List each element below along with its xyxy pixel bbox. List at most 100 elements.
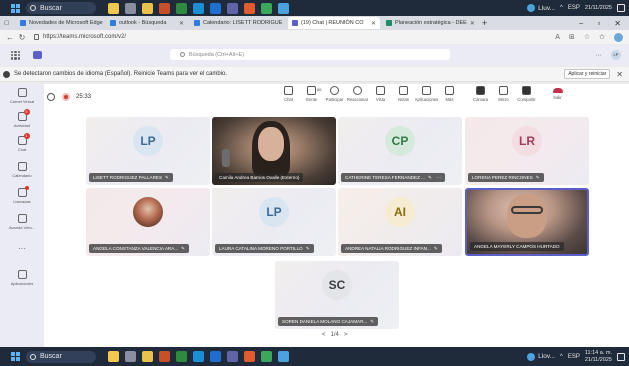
language-indicator[interactable]: ESP	[568, 354, 580, 360]
read-aloud-icon[interactable]: A	[555, 34, 560, 41]
rail-item[interactable]: Carnet Virtual	[0, 88, 44, 104]
tray-chevron-icon[interactable]: ^	[560, 5, 563, 11]
word-icon[interactable]	[210, 2, 221, 14]
notifications-icon[interactable]	[617, 4, 625, 12]
weather-widget[interactable]: Lluv...	[527, 4, 555, 12]
participant-tile[interactable]: Camila Andrea Barrios Ovalle (Externo)	[212, 117, 336, 185]
taskbar-search[interactable]: Buscar	[26, 350, 96, 363]
meeting-info-icon[interactable]	[47, 93, 55, 101]
favorite-icon[interactable]: ☆	[584, 33, 590, 41]
tab-actions-icon[interactable]: ▢	[4, 17, 14, 29]
meeting-timer: 25:33	[76, 94, 92, 100]
task-view-icon[interactable]	[125, 2, 136, 14]
widgets-icon[interactable]	[108, 351, 119, 362]
camera-button[interactable]: Cámara	[469, 86, 492, 102]
apps-button[interactable]: Aplicaciones	[415, 86, 438, 102]
participant-tile[interactable]: ANGELA MAYERLY CAMPOS HURTADO	[465, 188, 589, 256]
apply-restart-button[interactable]: Aplicar y reiniciar	[564, 69, 611, 79]
browser-tab[interactable]: Calendario: LISETT RODRIGUE✕	[190, 17, 286, 29]
people-button[interactable]: 86 Gente	[300, 86, 323, 102]
user-avatar[interactable]: LP	[611, 50, 621, 60]
close-banner-icon[interactable]: ✕	[616, 70, 623, 79]
chat-button[interactable]: Chat	[277, 86, 300, 102]
share-button[interactable]: Compartir	[515, 86, 538, 102]
app-icon[interactable]	[261, 2, 272, 14]
teams-icon[interactable]	[227, 2, 238, 14]
refresh-icon[interactable]: ↻	[16, 33, 28, 42]
task-view-icon[interactable]	[125, 351, 136, 362]
weather-widget[interactable]: Llov...	[527, 352, 555, 361]
edge-icon[interactable]	[193, 351, 204, 362]
participant-tile[interactable]: LP LISETT RODRIGUEZ PALLARES ✎	[86, 117, 210, 185]
rail-item[interactable]: Llamadas	[0, 186, 44, 204]
participant-tile[interactable]: CP CATHERINE TERESA FERNANDEZ ... ✎ ···	[338, 117, 462, 185]
notes-button[interactable]: Notas	[392, 86, 415, 102]
tray-chevron-icon[interactable]: ^	[560, 354, 563, 360]
widgets-icon[interactable]	[108, 2, 119, 14]
rail-item[interactable]: 5 Actividad	[0, 109, 44, 128]
more-button[interactable]: Más	[438, 86, 461, 102]
control-label: Reaccionar	[346, 97, 369, 102]
file-explorer-icon[interactable]	[142, 2, 153, 14]
edge-icon[interactable]	[193, 2, 204, 14]
leave-button[interactable]: Salir	[546, 86, 569, 102]
browser-tab[interactable]: (19) Chat | REUNIÓN CO ✕	[288, 17, 380, 29]
favorites-icon[interactable]: ✩	[599, 33, 605, 41]
word-icon[interactable]	[210, 351, 221, 362]
rail-item[interactable]: ···	[0, 244, 44, 253]
chrome-icon[interactable]	[244, 2, 255, 14]
minimize-icon[interactable]: −	[579, 19, 584, 28]
react-button[interactable]: Reaccionar	[346, 86, 369, 102]
browser-tab[interactable]: Planeación estratégica - DEE ✕	[382, 17, 476, 29]
tile-more-icon[interactable]: ···	[437, 173, 442, 182]
taskbar-search[interactable]: Buscar	[26, 2, 96, 14]
app-icon[interactable]	[261, 351, 272, 362]
excel-icon[interactable]	[176, 2, 187, 14]
more-options-icon[interactable]: ···	[595, 52, 602, 59]
url-field[interactable]: https://teams.microsoft.com/v2/	[34, 34, 126, 40]
participant-tile[interactable]: AI ANDREA NATALIA RODRIGUEZ INFAN... ✎	[338, 188, 462, 256]
raise-hand-button[interactable]: Participar	[323, 86, 346, 102]
taskbar-clock[interactable]: 11:14 a. m. 21/11/2025	[585, 350, 612, 364]
taskbar-date[interactable]: 21/11/2025	[585, 5, 612, 12]
new-tab-button[interactable]: +	[478, 17, 491, 29]
rail-item[interactable]: Calendario	[0, 162, 44, 178]
rail-item[interactable]: Avanda Virtu...	[0, 214, 44, 230]
browser-tab[interactable]: outlook - Búsqueda ✕	[106, 17, 188, 29]
pager-prev-button[interactable]: <	[322, 332, 326, 338]
mic-button[interactable]: Micro	[492, 86, 515, 102]
file-explorer-icon[interactable]	[142, 351, 153, 362]
participant-tile[interactable]: ANGELA CONSTANZA VALENCIA ARA... ✎	[86, 188, 210, 256]
tab-close-icon[interactable]: ✕	[371, 20, 376, 27]
rail-more-icon: ···	[18, 244, 26, 253]
tab-close-icon[interactable]: ✕	[179, 20, 184, 27]
tab-close-icon[interactable]: ✕	[285, 20, 286, 27]
participant-tile[interactable]: LR LORENA PEREZ RINCONES ✎	[465, 117, 589, 185]
participant-tile[interactable]: LP LAURA CATALINA MORENO PORTILLO ✎	[212, 188, 336, 256]
split-screen-icon[interactable]: ⊞	[569, 33, 575, 41]
windows-start-icon[interactable]	[11, 3, 20, 13]
maximize-icon[interactable]: ▫	[597, 19, 600, 28]
teams-icon[interactable]	[227, 351, 238, 362]
rail-item[interactable]: Aplicaciones	[0, 270, 44, 286]
rail-item[interactable]: 1 Chat	[0, 133, 44, 152]
windows-start-icon[interactable]	[11, 352, 20, 361]
office-icon[interactable]	[159, 351, 170, 362]
profile-avatar[interactable]	[614, 32, 623, 42]
pager-next-button[interactable]: >	[344, 332, 348, 338]
app-launcher-icon[interactable]	[11, 50, 20, 60]
view-button[interactable]: Vista	[369, 86, 392, 102]
close-window-icon[interactable]: ✕	[614, 19, 621, 28]
participant-tile[interactable]: SC SOREN DANIELA MOLANO CAJAMAR... ✎	[275, 261, 399, 329]
teams-search-input[interactable]: Búsqueda (Ctrl+Alt+E)	[170, 49, 450, 60]
store-icon[interactable]	[278, 2, 289, 14]
office-icon[interactable]	[159, 2, 170, 14]
tab-close-icon[interactable]: ✕	[470, 20, 475, 27]
browser-tab[interactable]: Novedades de Microsoft Edge✕	[16, 17, 104, 29]
chrome-icon[interactable]	[244, 351, 255, 362]
back-icon[interactable]: ←	[4, 33, 16, 42]
excel-icon[interactable]	[176, 351, 187, 362]
store-icon[interactable]	[278, 351, 289, 362]
language-indicator[interactable]: ESP	[568, 5, 580, 11]
notifications-icon[interactable]	[617, 352, 625, 361]
